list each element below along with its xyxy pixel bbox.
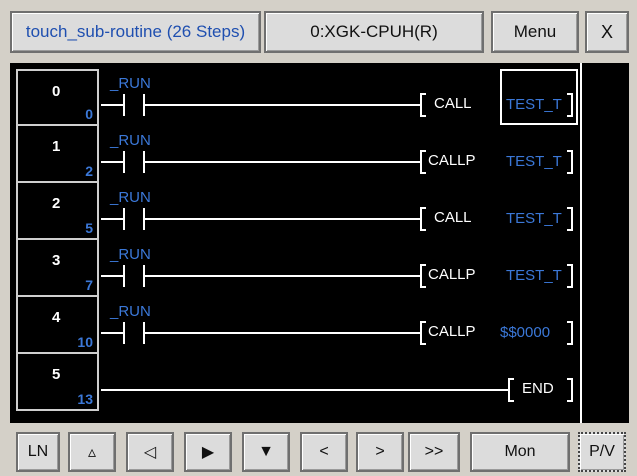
contact-label: _RUN bbox=[110, 75, 151, 92]
ln-button[interactable]: LN bbox=[16, 432, 60, 472]
step-offset: 5 bbox=[85, 220, 93, 236]
down-arrow-icon[interactable]: ▼ bbox=[242, 432, 290, 472]
prev-button[interactable]: < bbox=[300, 432, 348, 472]
ladder-row[interactable]: 1 2 _RUN CALLP TEST_T bbox=[10, 126, 629, 183]
ladder-row[interactable]: 5 13 END bbox=[10, 354, 629, 411]
step-offset: 10 bbox=[77, 334, 93, 350]
instruction: END bbox=[522, 380, 554, 397]
cpu-button[interactable]: 0:XGK-CPUH(R) bbox=[264, 11, 484, 53]
navigation-toolbar: LN ▵ ◁ ▶ ▼ < > >> Mon P/V bbox=[0, 426, 637, 476]
mon-button[interactable]: Mon bbox=[470, 432, 570, 472]
contact-left-bar bbox=[123, 265, 125, 287]
operand: TEST_T bbox=[506, 153, 562, 170]
contact-label: _RUN bbox=[110, 246, 151, 263]
step-offset: 2 bbox=[85, 163, 93, 179]
instruction: CALLP bbox=[428, 152, 476, 169]
step-cell[interactable]: 0 0 bbox=[16, 69, 99, 126]
step-cell[interactable]: 3 7 bbox=[16, 240, 99, 297]
instruction: CALL bbox=[434, 209, 472, 226]
instruction: CALLP bbox=[428, 323, 476, 340]
instruction: CALL bbox=[434, 95, 472, 112]
operand: TEST_T bbox=[506, 267, 562, 284]
contact-left-bar bbox=[123, 94, 125, 116]
operand: $$0000 bbox=[500, 324, 551, 341]
left-arrow-icon[interactable]: ◁ bbox=[126, 432, 174, 472]
step-cell[interactable]: 2 5 bbox=[16, 183, 99, 240]
step-number: 1 bbox=[52, 138, 61, 155]
step-cell[interactable]: 4 10 bbox=[16, 297, 99, 354]
contact-left-bar bbox=[123, 151, 125, 173]
step-number: 4 bbox=[52, 309, 61, 326]
right-arrow-icon[interactable]: ▶ bbox=[184, 432, 232, 472]
up-arrow-icon[interactable]: ▵ bbox=[68, 432, 116, 472]
instruction: CALLP bbox=[428, 266, 476, 283]
program-title-button[interactable]: touch_sub-routine (26 Steps) bbox=[10, 11, 261, 53]
title-bar: touch_sub-routine (26 Steps) 0:XGK-CPUH(… bbox=[0, 0, 637, 62]
close-button[interactable]: X bbox=[585, 11, 629, 53]
ladder-editor[interactable]: 0 0 _RUN CALL TEST_T 1 2 _RUN CALLP TEST… bbox=[10, 63, 629, 423]
next-button[interactable]: > bbox=[356, 432, 404, 472]
contact-label: _RUN bbox=[110, 303, 151, 320]
contact-left-bar bbox=[123, 208, 125, 230]
step-number: 0 bbox=[52, 83, 61, 100]
ladder-row[interactable]: 4 10 _RUN CALLP $$0000 bbox=[10, 297, 629, 354]
cursor-box bbox=[500, 69, 578, 125]
operand: TEST_T bbox=[506, 210, 562, 227]
step-cell[interactable]: 5 13 bbox=[16, 354, 99, 411]
ladder-row[interactable]: 2 5 _RUN CALL TEST_T bbox=[10, 183, 629, 240]
step-offset: 0 bbox=[85, 106, 93, 122]
contact-label: _RUN bbox=[110, 132, 151, 149]
fast-forward-button[interactable]: >> bbox=[408, 432, 460, 472]
contact-left-bar bbox=[123, 322, 125, 344]
step-number: 2 bbox=[52, 195, 61, 212]
step-number: 5 bbox=[52, 366, 61, 383]
pv-button[interactable]: P/V bbox=[578, 432, 626, 472]
menu-button[interactable]: Menu bbox=[491, 11, 579, 53]
ladder-row[interactable]: 3 7 _RUN CALLP TEST_T bbox=[10, 240, 629, 297]
step-offset: 13 bbox=[77, 391, 93, 407]
contact-label: _RUN bbox=[110, 189, 151, 206]
step-number: 3 bbox=[52, 252, 61, 269]
step-cell[interactable]: 1 2 bbox=[16, 126, 99, 183]
step-offset: 7 bbox=[85, 277, 93, 293]
ladder-row[interactable]: 0 0 _RUN CALL TEST_T bbox=[10, 69, 629, 126]
